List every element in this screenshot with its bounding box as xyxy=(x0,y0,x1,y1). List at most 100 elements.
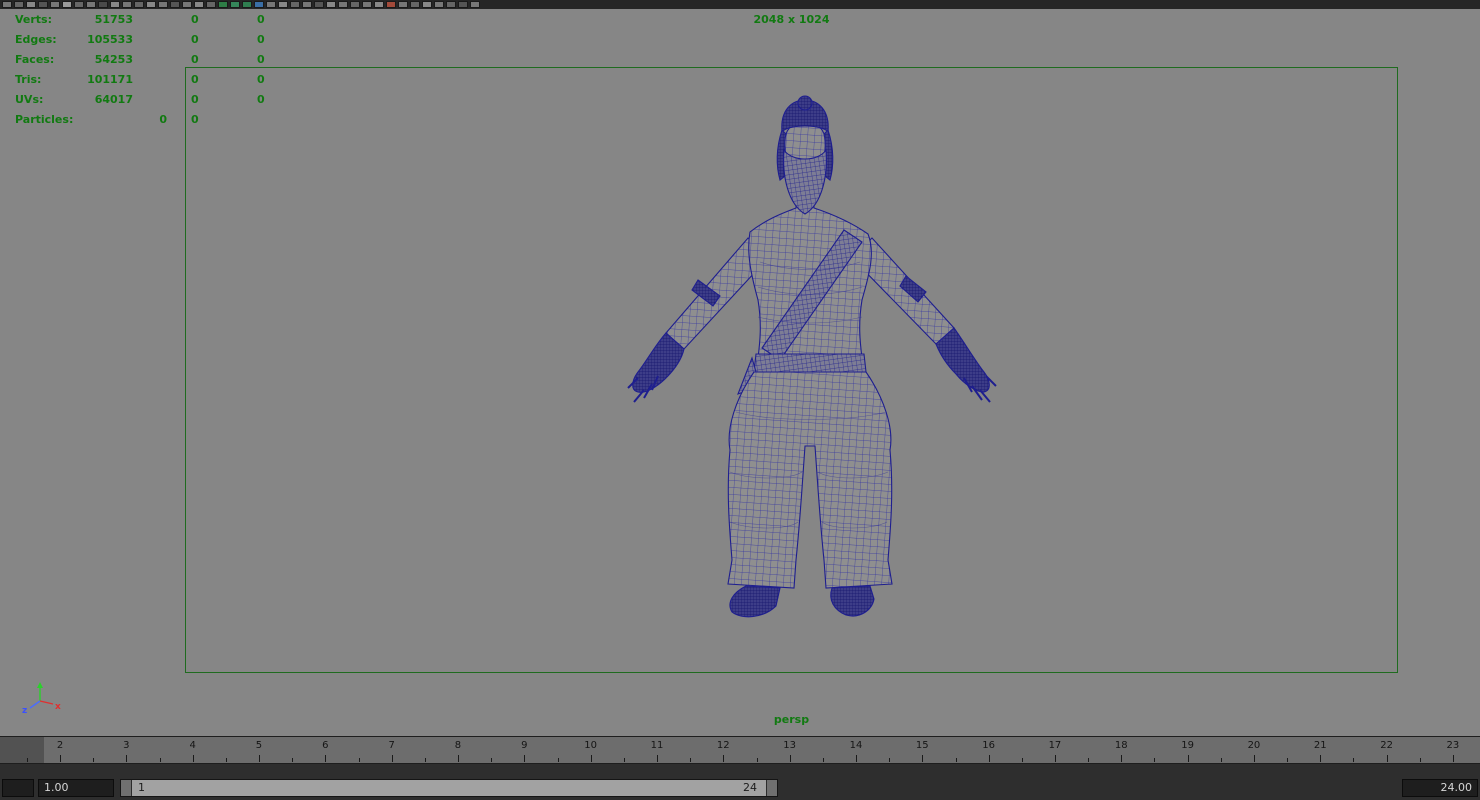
timeline-tick xyxy=(325,755,327,762)
timeline-frame-label[interactable]: 9 xyxy=(521,740,527,751)
toolbar-icon[interactable] xyxy=(362,1,372,8)
toolbar-icons xyxy=(2,1,480,8)
timeline-frame-label[interactable]: 4 xyxy=(189,740,195,751)
timeline-tick xyxy=(1187,755,1189,762)
timeline-tick xyxy=(524,755,526,762)
toolbar-icon[interactable] xyxy=(398,1,408,8)
toolbar-icon[interactable] xyxy=(26,1,36,8)
range-slider-track[interactable]: 1 24 xyxy=(120,779,778,797)
timeline-frame-label[interactable]: 17 xyxy=(1049,740,1062,751)
timeline-tick xyxy=(491,758,493,762)
timeline-tick xyxy=(458,755,459,762)
toolbar-icon[interactable] xyxy=(458,1,468,8)
toolbar-icon[interactable] xyxy=(2,1,12,8)
toolbar-icon[interactable] xyxy=(374,1,384,8)
toolbar-icon[interactable] xyxy=(38,1,48,8)
timeline-tick xyxy=(1287,758,1289,762)
toolbar-icon[interactable] xyxy=(266,1,276,8)
hud-label: Tris: xyxy=(15,73,42,86)
timeline-frame-label[interactable]: 3 xyxy=(123,740,129,751)
toolbar-icon[interactable] xyxy=(74,1,84,8)
toolbar-icon[interactable] xyxy=(386,1,396,8)
axis-z-label: z xyxy=(22,706,27,716)
timeline-frame-label[interactable]: 16 xyxy=(982,740,995,751)
toolbar-icon[interactable] xyxy=(14,1,24,8)
hud-value: 64017 xyxy=(94,93,133,106)
timeline-tick xyxy=(1386,755,1388,762)
range-start-handle[interactable] xyxy=(121,780,132,796)
toolbar-icon[interactable] xyxy=(278,1,288,8)
timeline-frame-label[interactable]: 8 xyxy=(455,740,461,751)
toolbar-icon[interactable] xyxy=(170,1,180,8)
toolbar-icon[interactable] xyxy=(98,1,108,8)
toolbar-icon[interactable] xyxy=(314,1,324,8)
toolbar-icon[interactable] xyxy=(146,1,156,8)
toolbar-icon[interactable] xyxy=(410,1,420,8)
timeline-tick xyxy=(126,755,128,762)
toolbar-icon[interactable] xyxy=(254,1,264,8)
toolbar-icon[interactable] xyxy=(158,1,168,8)
toolbar-icon[interactable] xyxy=(194,1,204,8)
timeline-tick xyxy=(60,755,61,762)
timeline-frame-label[interactable]: 14 xyxy=(850,740,863,751)
timeline-tick xyxy=(623,758,625,762)
timeline-frame-label[interactable]: 21 xyxy=(1314,740,1327,751)
hud-value: 0 xyxy=(257,33,265,46)
toolbar-icon[interactable] xyxy=(218,1,228,8)
toolbar-icon[interactable] xyxy=(242,1,252,8)
toolbar-icon[interactable] xyxy=(350,1,360,8)
timeline-tick xyxy=(424,758,426,762)
timeline-frame-label[interactable]: 23 xyxy=(1447,740,1460,751)
playback-end-field[interactable]: 24.00 xyxy=(1402,779,1478,797)
toolbar-icon[interactable] xyxy=(422,1,432,8)
timeline-frame-label[interactable]: 13 xyxy=(783,740,796,751)
timeline-frame-label[interactable]: 19 xyxy=(1181,740,1194,751)
timeline-tick xyxy=(1121,755,1123,762)
toolbar-icon[interactable] xyxy=(110,1,120,8)
playback-start-field[interactable]: 1.00 xyxy=(38,779,114,797)
timeline-frame-label[interactable]: 11 xyxy=(651,740,664,751)
hud-value: 54253 xyxy=(94,53,133,66)
wireframe-character-model[interactable] xyxy=(600,92,1020,637)
timeline-tick xyxy=(1154,758,1156,762)
timeline-frame-label[interactable]: 7 xyxy=(388,740,394,751)
toolbar-icon[interactable] xyxy=(434,1,444,8)
viewport-panel[interactable]: Verts: 51753 0 0 Edges: 105533 0 0 Faces… xyxy=(0,9,1480,736)
time-slider[interactable]: 2 3 4 5 6 7 8 9 10 11 12 13 14 15 16 17 18 19 20 21 22 23 xyxy=(0,736,1480,764)
range-end-handle[interactable] xyxy=(766,780,777,796)
timeline-frame-label[interactable]: 12 xyxy=(717,740,730,751)
toolbar-icon[interactable] xyxy=(122,1,132,8)
toolbar-icon[interactable] xyxy=(134,1,144,8)
timeline-tick xyxy=(557,758,559,762)
timeline-frame-label[interactable]: 18 xyxy=(1115,740,1128,751)
toolbar-icon[interactable] xyxy=(290,1,300,8)
character-set-box[interactable] xyxy=(2,779,34,797)
toolbar-icon[interactable] xyxy=(62,1,72,8)
toolbar-icon[interactable] xyxy=(338,1,348,8)
timeline-tick xyxy=(590,755,592,762)
toolbar-icon[interactable] xyxy=(86,1,96,8)
timeline-tick xyxy=(1320,755,1322,762)
timeline-tick xyxy=(292,758,294,762)
toolbar-icon[interactable] xyxy=(50,1,60,8)
timeline-frame-label[interactable]: 20 xyxy=(1248,740,1261,751)
toolbar-icon[interactable] xyxy=(446,1,456,8)
timeline-tick xyxy=(26,758,28,762)
toolbar-icon[interactable] xyxy=(302,1,312,8)
toolbar-icon[interactable] xyxy=(182,1,192,8)
toolbar-icon[interactable] xyxy=(470,1,480,8)
hud-label: UVs: xyxy=(15,93,44,106)
toolbar-icon[interactable] xyxy=(206,1,216,8)
timeline-frame-label[interactable]: 5 xyxy=(256,740,262,751)
toolbar-icon[interactable] xyxy=(326,1,336,8)
timeline-frame-label[interactable]: 6 xyxy=(322,740,328,751)
timeline-frame-label[interactable]: 10 xyxy=(584,740,597,751)
hud-row-edges: Edges: 105533 0 0 xyxy=(15,29,315,49)
timeline-frame-label[interactable]: 2 xyxy=(57,740,63,751)
timeline-tick xyxy=(657,755,658,762)
toolbar-icon[interactable] xyxy=(230,1,240,8)
timeline-frame-label[interactable]: 22 xyxy=(1380,740,1393,751)
timeline-frame-label[interactable]: 15 xyxy=(916,740,929,751)
hud-value: 105533 xyxy=(87,33,133,46)
hud-value: 51753 xyxy=(94,13,133,26)
